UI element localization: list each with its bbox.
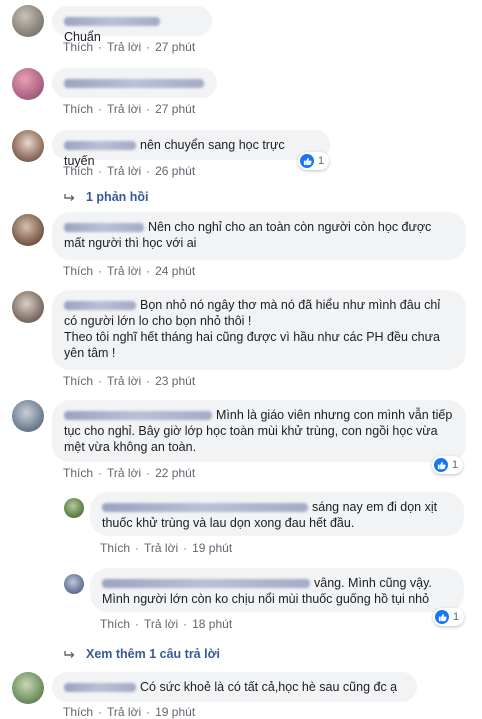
- timestamp[interactable]: 27 phút: [155, 40, 195, 54]
- comment-bubble: nên chuyển sang học trực tuyến: [52, 130, 330, 168]
- like-button[interactable]: Thích: [63, 264, 93, 278]
- comment-actions: Thích · Trả lời · 18 phút: [100, 617, 233, 631]
- like-button[interactable]: Thích: [63, 40, 93, 54]
- author-name-blurred[interactable]: [64, 141, 136, 151]
- comment-actions: Thích · Trả lời · 19 phút: [100, 541, 233, 555]
- comment-bubble: Có sức khoẻ là có tất cả,học hè sau cũng…: [52, 672, 417, 702]
- avatar[interactable]: [12, 291, 44, 323]
- author-name-blurred[interactable]: [102, 503, 308, 513]
- avatar[interactable]: [64, 498, 84, 518]
- reply-button[interactable]: Trả lời: [107, 102, 141, 116]
- author-name-blurred[interactable]: [102, 579, 310, 589]
- timestamp[interactable]: 23 phút: [155, 374, 195, 388]
- reply-arrow-icon: [64, 647, 76, 661]
- avatar[interactable]: [12, 672, 44, 704]
- reply-arrow-icon: [64, 190, 76, 204]
- reaction-count[interactable]: 1: [433, 608, 465, 626]
- avatar[interactable]: [12, 214, 44, 246]
- comment-bubble: Bọn nhỏ nó ngây thơ mà nó đã hiểu như mì…: [52, 290, 466, 370]
- author-name-blurred[interactable]: [64, 79, 204, 89]
- comment-bubble: sáng nay em đi dọn xịt thuốc khử trùng v…: [90, 492, 464, 536]
- comment-actions: Thích · Trả lời · 27 phút: [63, 40, 196, 54]
- like-icon: [434, 458, 448, 472]
- comment-text-line2: Theo tôi nghĩ hết tháng hai cũng được vì…: [64, 330, 440, 360]
- like-button[interactable]: Thích: [100, 541, 130, 555]
- reply-button[interactable]: Trả lời: [144, 541, 178, 555]
- like-button[interactable]: Thích: [63, 164, 93, 178]
- timestamp[interactable]: 26 phút: [155, 164, 195, 178]
- author-name-blurred[interactable]: [64, 411, 212, 421]
- comment-bubble: Nên cho nghỉ cho an toàn còn người còn h…: [52, 212, 466, 260]
- reaction-count[interactable]: 1: [432, 456, 464, 474]
- comment-text: Có sức khoẻ là có tất cả,học hè sau cũng…: [140, 680, 398, 694]
- comment-actions: Thích · Trả lời · 26 phút: [63, 164, 196, 178]
- reply-button[interactable]: Trả lời: [144, 617, 178, 631]
- reaction-count[interactable]: 1: [298, 152, 330, 170]
- avatar[interactable]: [12, 5, 44, 37]
- view-replies-link[interactable]: 1 phản hồi: [64, 190, 149, 204]
- comment-actions: Thích · Trả lời · 19 phút: [63, 705, 196, 719]
- comment-actions: Thích · Trả lời · 27 phút: [63, 102, 196, 116]
- like-button[interactable]: Thích: [63, 102, 93, 116]
- like-icon: [300, 154, 314, 168]
- avatar[interactable]: [12, 130, 44, 162]
- timestamp[interactable]: 19 phút: [155, 705, 195, 719]
- like-button[interactable]: Thích: [100, 617, 130, 631]
- timestamp[interactable]: 19 phút: [192, 541, 232, 555]
- author-name-blurred[interactable]: [64, 17, 160, 27]
- timestamp[interactable]: 27 phút: [155, 102, 195, 116]
- comment-bubble: vâng. Mình cũng vậy. Mình người lớn còn …: [90, 568, 464, 612]
- view-more-replies-link[interactable]: Xem thêm 1 câu trả lời: [64, 647, 220, 661]
- like-button[interactable]: Thích: [63, 705, 93, 719]
- like-button[interactable]: Thích: [63, 374, 93, 388]
- reply-button[interactable]: Trả lời: [107, 705, 141, 719]
- avatar[interactable]: [12, 68, 44, 100]
- like-icon: [435, 610, 449, 624]
- reply-button[interactable]: Trả lời: [107, 164, 141, 178]
- reply-button[interactable]: Trả lời: [107, 40, 141, 54]
- reply-button[interactable]: Trả lời: [107, 374, 141, 388]
- author-name-blurred[interactable]: [64, 223, 144, 233]
- comment-bubble: [52, 68, 217, 98]
- reply-button[interactable]: Trả lời: [107, 466, 141, 480]
- comment-bubble: Chuẩn: [52, 6, 212, 44]
- comment-actions: Thích · Trả lời · 24 phút: [63, 264, 196, 278]
- timestamp[interactable]: 18 phút: [192, 617, 232, 631]
- comment-bubble: Mình là giáo viên nhưng con mình vẫn tiế…: [52, 400, 466, 462]
- author-name-blurred[interactable]: [64, 301, 136, 311]
- comment-actions: Thích · Trả lời · 23 phút: [63, 374, 196, 388]
- reply-button[interactable]: Trả lời: [107, 264, 141, 278]
- avatar[interactable]: [12, 400, 44, 432]
- timestamp[interactable]: 24 phút: [155, 264, 195, 278]
- timestamp[interactable]: 22 phút: [155, 466, 195, 480]
- avatar[interactable]: [64, 574, 84, 594]
- like-button[interactable]: Thích: [63, 466, 93, 480]
- author-name-blurred[interactable]: [64, 683, 136, 693]
- comment-actions: Thích · Trả lời · 22 phút: [63, 466, 196, 480]
